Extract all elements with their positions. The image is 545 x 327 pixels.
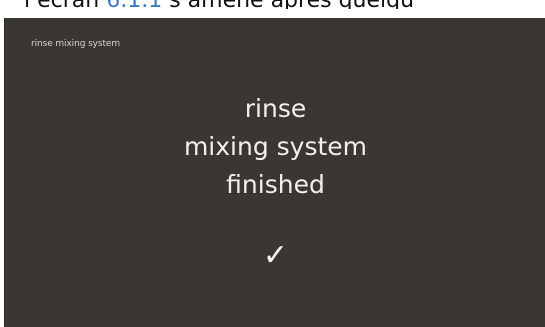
message-line-1: rinse bbox=[244, 94, 307, 123]
document-caption: l’écran 6.1.1 s’amène après quelqu bbox=[0, 0, 545, 9]
status-message: rinse mixing system finished bbox=[5, 90, 545, 204]
message-line-2: mixing system bbox=[183, 132, 368, 161]
caption-suffix: s’amène après quelqu bbox=[169, 0, 414, 9]
caption-link[interactable]: 6.1.1 bbox=[106, 0, 162, 9]
device-screen: rinse mixing system rinse mixing system … bbox=[4, 18, 545, 327]
checkmark-icon: ✓ bbox=[262, 238, 289, 273]
screen-header-title: rinse mixing system bbox=[31, 39, 121, 49]
message-line-3: finished bbox=[226, 170, 325, 199]
caption-prefix: l’écran bbox=[24, 0, 99, 9]
